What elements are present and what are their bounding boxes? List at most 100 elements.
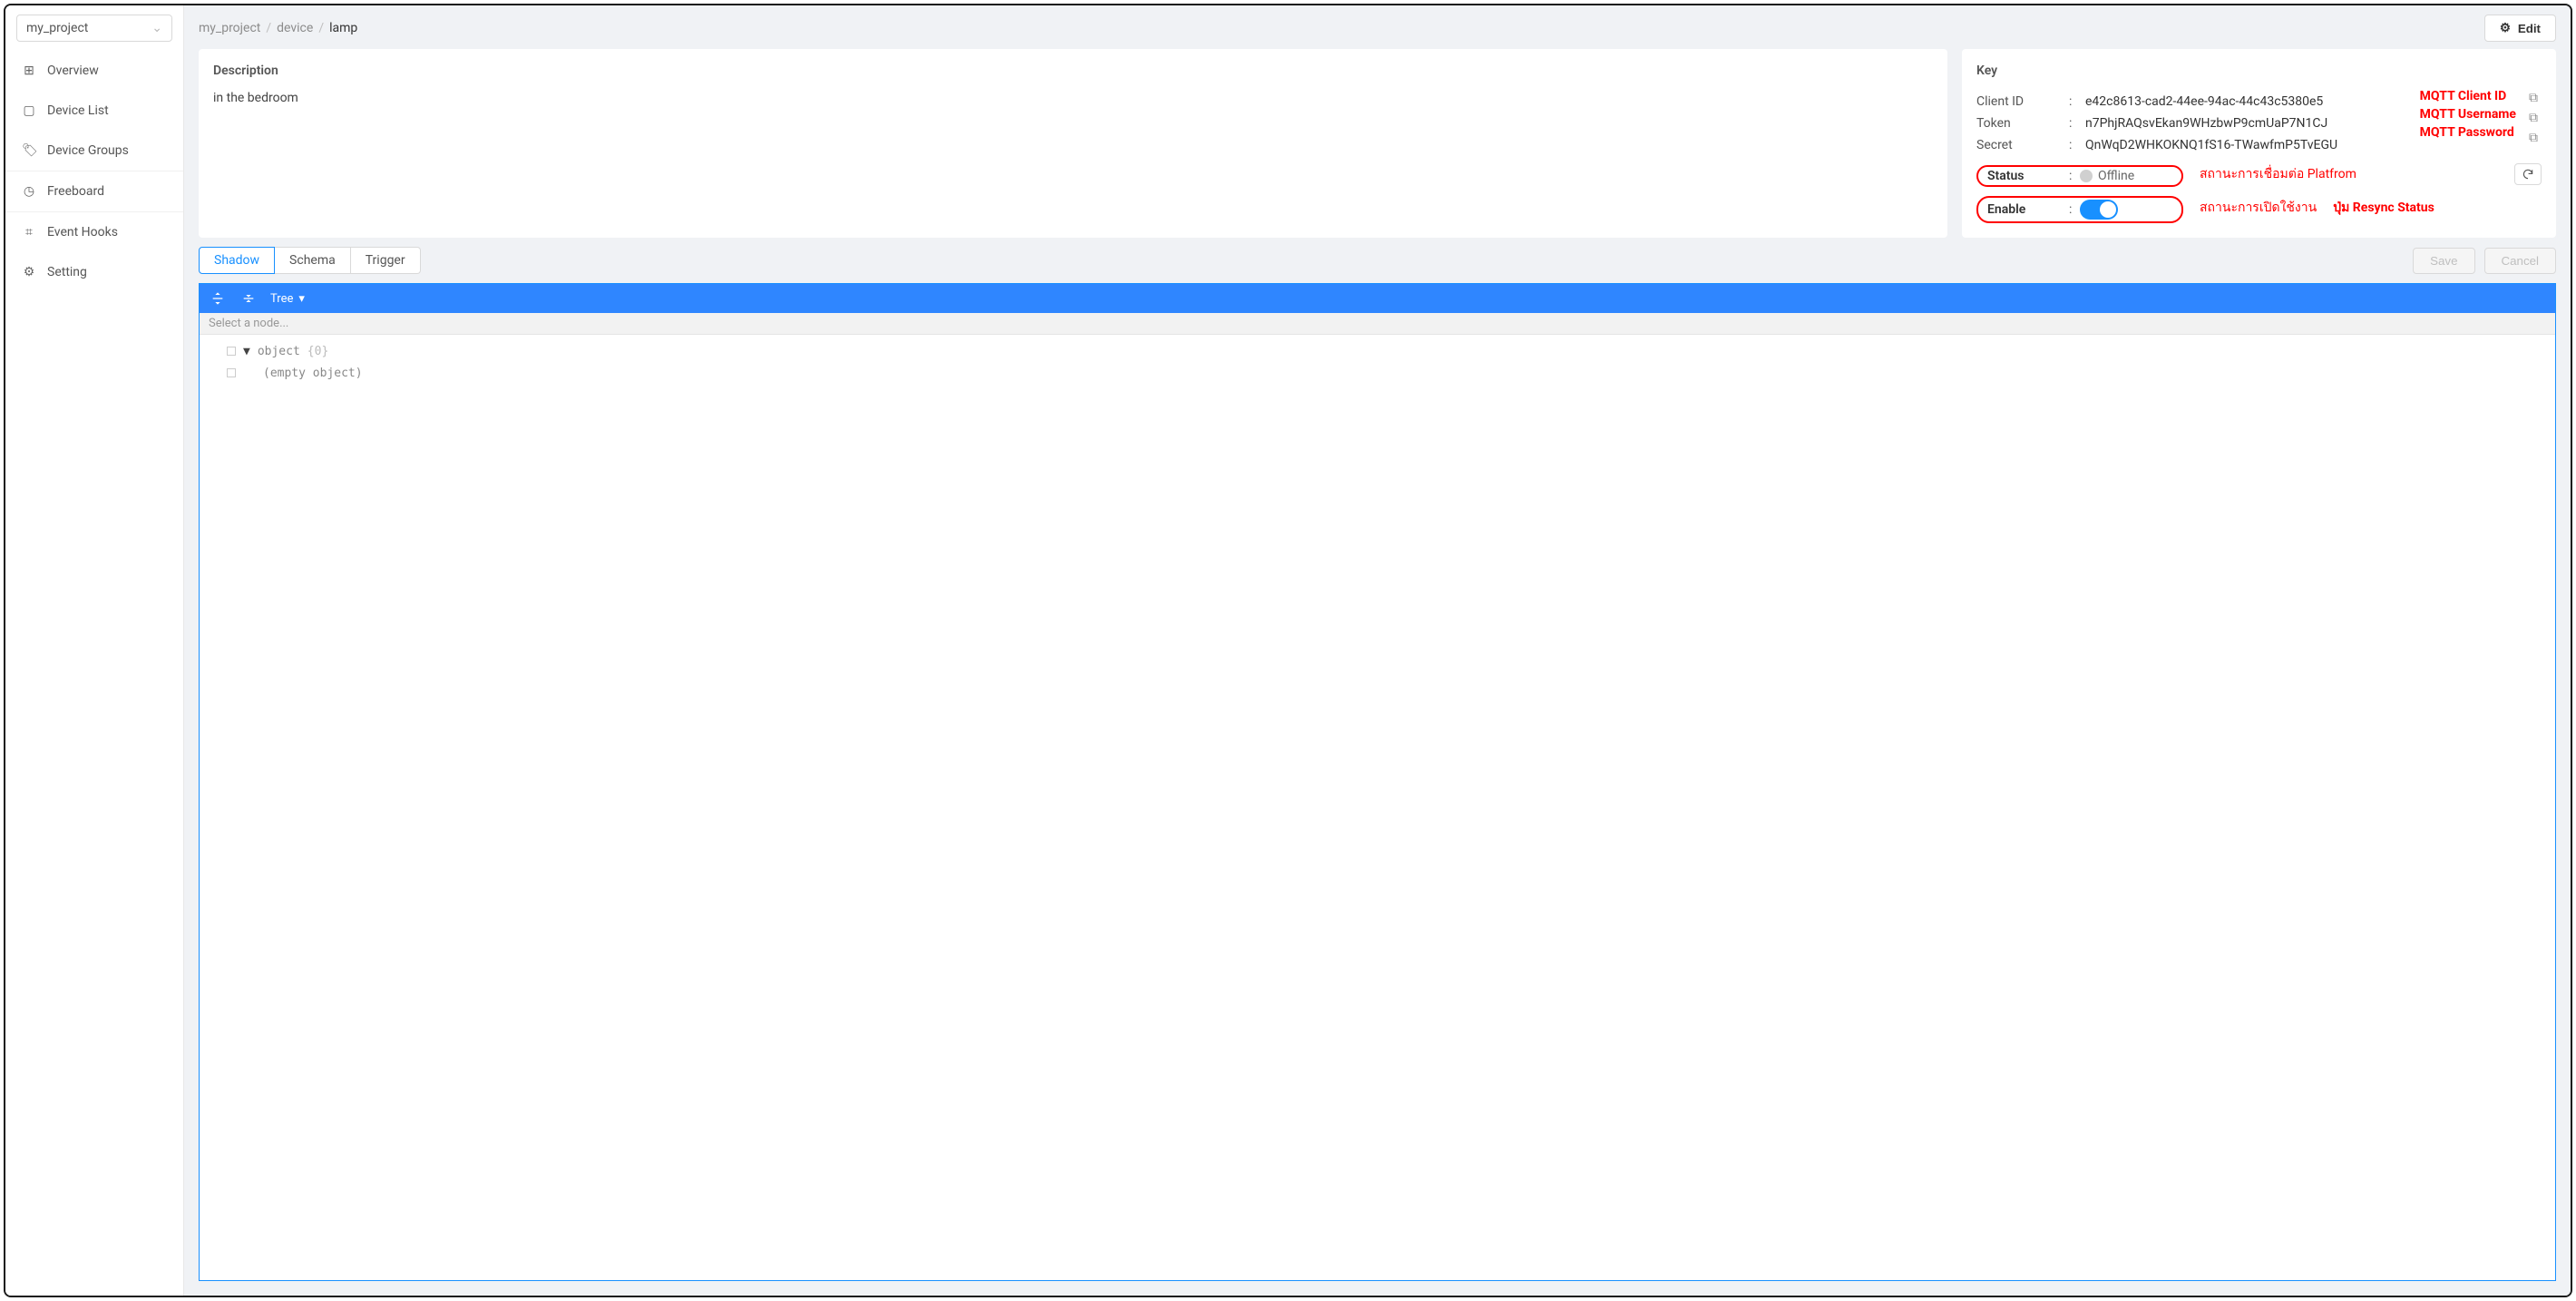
project-selector[interactable]: my_project ⌄ [16,15,172,42]
cancel-button[interactable]: Cancel [2484,248,2557,274]
tabs-row: Shadow Schema Trigger Save Cancel [184,247,2571,274]
tab-label: Trigger [366,253,405,268]
annotation-mqtt-password: MQTT Password [2420,125,2516,140]
colon: : [2069,138,2080,152]
sidebar-item-label: Setting [47,265,87,279]
edit-button-label: Edit [2518,22,2541,35]
colon: : [2069,202,2080,217]
gear-icon: ⚙ [2500,21,2511,35]
tab-schema[interactable]: Schema [275,247,351,274]
device-icon: ▢ [22,103,36,118]
colon: : [2069,94,2080,109]
annotation-mqtt-username: MQTT Username [2420,107,2516,122]
key-panel: Key Client ID : e42c8613-cad2-44ee-94ac-… [1962,49,2556,238]
save-button-label: Save [2430,254,2457,268]
project-selector-label: my_project [26,21,88,35]
copy-icon[interactable]: ⧉ [2525,91,2542,105]
status-dot-icon [2080,170,2093,182]
sidebar-item-event-hooks[interactable]: ⌗ Event Hooks [5,212,183,252]
description-title: Description [213,64,1933,78]
sidebar-item-label: Device Groups [47,143,129,158]
tabs: Shadow Schema Trigger [199,247,421,274]
copy-icon[interactable]: ⧉ [2525,111,2542,125]
enable-label: Enable [1982,202,2069,217]
breadcrumb-part[interactable]: device [277,21,313,35]
expand-all-icon[interactable] [209,289,227,308]
status-row: Status : Offline สถานะการเชื่อมต่อ Platf… [1976,161,2542,187]
key-label: Client ID [1976,94,2064,109]
tag-icon: 🏷 [22,143,36,158]
sidebar-item-label: Freeboard [47,184,104,199]
view-mode-label: Tree [270,292,293,306]
tab-shadow[interactable]: Shadow [199,247,275,274]
refresh-icon [2522,168,2534,181]
annotation-mqtt-client-id: MQTT Client ID [2420,89,2516,103]
terminal-icon: ⌗ [22,225,36,240]
tree-type-label: object [258,345,300,358]
enable-toggle[interactable] [2080,200,2118,220]
enable-row: Enable : สถานะการเปิดใช้งาน ปุ่ม Resync … [1976,192,2542,223]
dashboard-icon: ◷ [22,184,36,199]
key-label: Secret [1976,138,2064,152]
enable-highlight: Enable : [1976,196,2183,223]
tab-actions: Save Cancel [2413,248,2556,274]
copy-icon[interactable]: ⧉ [2525,131,2542,145]
resync-button[interactable] [2514,163,2542,185]
sidebar-item-label: Event Hooks [47,225,118,240]
breadcrumb: my_project / device / lamp [199,21,357,35]
breadcrumb-separator: / [318,21,324,35]
tab-label: Shadow [214,253,259,268]
key-value: QnWqD2WHKOKNQ1fS16-TWawfmP5TvEGU [2085,138,2542,152]
description-text: in the bedroom [213,91,1933,105]
sidebar-item-device-groups[interactable]: 🏷 Device Groups [5,131,183,171]
breadcrumb-part[interactable]: my_project [199,21,260,35]
sidebar-item-freeboard[interactable]: ◷ Freeboard [5,171,183,211]
tab-label: Schema [289,253,336,268]
sidebar-item-label: Overview [47,64,99,78]
sidebar-item-label: Device List [47,103,109,118]
editor-toolbar: Tree ▾ [200,284,2555,313]
key-label: Token [1976,116,2064,131]
tree-root-row[interactable]: ▼ object {0} [209,340,2546,362]
sidebar-item-overview[interactable]: ⊞ Overview [5,51,183,91]
caret-down-icon: ▾ [298,292,305,306]
edit-button[interactable]: ⚙ Edit [2484,15,2556,42]
main: my_project / device / lamp ⚙ Edit Descri… [184,5,2571,1296]
node-selector[interactable]: Select a node... [200,313,2555,335]
app-frame: my_project ⌄ ⊞ Overview ▢ Device List 🏷 … [4,4,2572,1297]
grid-icon: ⊞ [22,64,36,78]
sidebar-item-setting[interactable]: ⚙ Setting [5,252,183,292]
tree-action-icon[interactable] [227,347,236,356]
status-text: Offline [2098,169,2134,183]
sidebar: my_project ⌄ ⊞ Overview ▢ Device List 🏷 … [5,5,184,1296]
node-selector-placeholder: Select a node... [209,317,288,330]
chevron-down-icon: ⌄ [151,21,162,35]
annotation-status: สถานะการเชื่อมต่อ Platfrom [2200,164,2356,184]
description-panel: Description in the bedroom [199,49,1947,238]
collapse-all-icon[interactable] [239,289,258,308]
tree-action-icon[interactable] [227,368,236,377]
colon: : [2069,116,2080,131]
annotation-enable: สถานะการเปิดใช้งาน [2200,198,2317,218]
view-mode-dropdown[interactable]: Tree ▾ [270,292,305,306]
tree-collapse-icon[interactable]: ▼ [243,345,250,358]
topbar: my_project / device / lamp ⚙ Edit [184,5,2571,49]
key-copy-column: ⧉ ⧉ ⧉ [2525,91,2542,145]
colon: : [2069,169,2080,183]
key-annotations: MQTT Client ID MQTT Username MQTT Passwo… [2420,89,2516,140]
tab-trigger[interactable]: Trigger [351,247,421,274]
breadcrumb-separator: / [266,21,271,35]
status-value: Offline [2080,169,2134,183]
tree-meta: {0} [307,345,328,358]
sidebar-item-device-list[interactable]: ▢ Device List [5,91,183,131]
annotation-resync: ปุ่ม Resync Status [2333,198,2435,218]
tree-view: ▼ object {0} (empty object) [200,335,2555,1280]
panels: Description in the bedroom Key Client ID… [184,49,2571,247]
cancel-button-label: Cancel [2502,254,2540,268]
save-button[interactable]: Save [2413,248,2474,274]
gear-icon: ⚙ [22,265,36,279]
sidebar-nav: ⊞ Overview ▢ Device List 🏷 Device Groups… [5,51,183,292]
status-highlight: Status : Offline [1976,165,2183,187]
breadcrumb-current: lamp [329,21,357,35]
status-label: Status [1982,169,2069,183]
